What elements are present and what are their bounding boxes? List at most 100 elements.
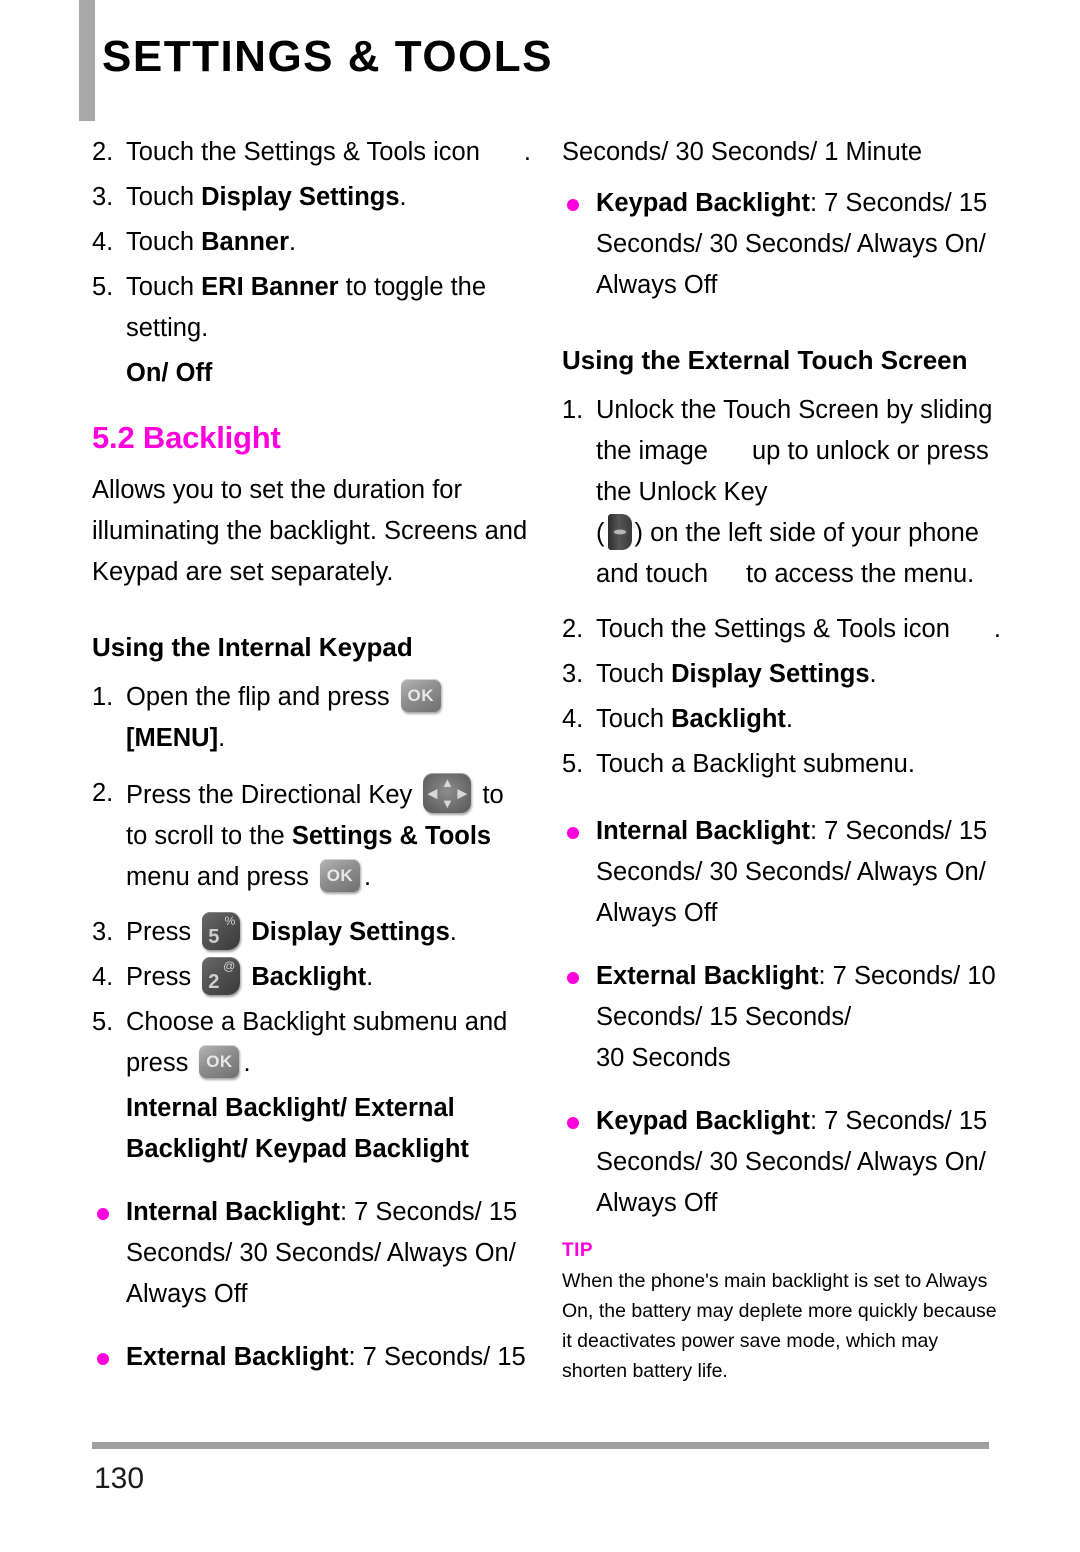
step-number: 1. (562, 396, 584, 424)
bullet-values-cont: 30 Seconds (596, 1044, 731, 1072)
step-item: 4. Touch Backlight. (562, 699, 1002, 740)
step-text: Touch Backlight. (596, 699, 1002, 740)
unlock-text-part5: to access the menu. (746, 560, 975, 588)
step-text-after: menu and press (126, 863, 309, 891)
bullet-dot-icon (92, 1337, 126, 1378)
step-text-before: Open the flip and press (126, 683, 390, 711)
step-text-tail: . (366, 963, 374, 991)
step-item: 5. Choose a Backlight submenu and press … (92, 1002, 532, 1084)
step-number: 3. (92, 918, 114, 946)
step-text: Touch Display Settings. (596, 654, 1002, 695)
step-text-tail: . (289, 228, 297, 256)
step-text-bold: Backlight (251, 963, 367, 991)
step-number: 2. (92, 138, 114, 166)
step-number: 3. (562, 660, 584, 688)
on-off-values: On/ Off (126, 359, 213, 387)
bullet-item: Keypad Backlight: 7 Seconds/ 15 Seconds/… (562, 183, 1002, 306)
left-column: 2. Touch the Settings & Tools icon. 3. T… (92, 132, 532, 1378)
bullet-label: Keypad Backlight (596, 1107, 810, 1135)
page-title: SETTINGS & TOOLS (102, 32, 554, 81)
bullet-label: Internal Backlight (126, 1198, 340, 1226)
step-item: 4. Touch Banner. (92, 222, 532, 263)
bullet-separator: : (809, 817, 825, 845)
step-text-plain: Touch (126, 273, 202, 301)
step-number: 1. (92, 683, 114, 711)
step-text-tail: . (785, 705, 794, 733)
step-item: 4. Press 2 @ Backlight. (92, 957, 532, 998)
step-text-plain: Touch (126, 183, 202, 211)
key-digit: 2 (208, 971, 220, 993)
header-accent-bar (79, 0, 95, 121)
step-text-bold: Settings & Tools (291, 822, 492, 850)
step-item: 5. Touch a Backlight submenu. (562, 744, 1002, 785)
bullet-text: Internal Backlight: 7 Seconds/ 15 Second… (596, 811, 1002, 934)
right-column: Seconds/ 30 Seconds/ 1 Minute Keypad Bac… (562, 132, 1002, 1386)
bullet-label: External Backlight (126, 1343, 349, 1371)
tip-label: TIP (562, 1240, 594, 1261)
bullet-separator: : (809, 1107, 825, 1135)
step-text-bold: Display Settings (201, 183, 400, 211)
step-text-plain: Touch a Backlight submenu. (596, 750, 915, 778)
bullet-item: Keypad Backlight: 7 Seconds/ 15 Seconds/… (562, 1101, 1002, 1224)
step-text: Choose a Backlight submenu and press OK. (126, 1002, 532, 1084)
step-item: 2. Press the Directional Key ▲ ▼ ◀ ▶ to … (92, 773, 532, 898)
step-text-plain: Touch (126, 228, 202, 256)
step-item: 5. Touch ERI Banner to toggle the settin… (92, 267, 532, 349)
step-text: Touch a Backlight submenu. (596, 744, 1002, 785)
step-text-before: Press (126, 963, 192, 991)
bullet-item: Internal Backlight: 7 Seconds/ 15 Second… (562, 811, 1002, 934)
step-text: Touch ERI Banner to toggle the setting. (126, 267, 532, 349)
bullet-dot-icon (562, 956, 596, 1079)
arrow-up-icon: ▲ (440, 775, 454, 790)
step-number: 3. (92, 183, 114, 211)
step-item: 2. Touch the Settings & Tools icon. (562, 609, 1002, 650)
key-alt-symbol: @ (223, 959, 236, 973)
step-text-tail: . (399, 183, 407, 211)
step-item: 3. Touch Display Settings. (92, 177, 532, 218)
subheading-external-touch-screen: Using the External Touch Screen (562, 345, 968, 375)
bullet-label: Keypad Backlight (596, 189, 810, 217)
step-text: Press 5% Display Settings. (126, 912, 532, 953)
step-text-after: . (993, 615, 1002, 643)
step-text-plain: Touch (596, 660, 672, 688)
step-text-bold: Display Settings (671, 660, 870, 688)
step-number: 4. (562, 705, 584, 733)
ok-key-icon: OK (400, 679, 441, 712)
step-text-before: Choose a Backlight submenu and press (126, 1008, 508, 1077)
menu-label: [MENU] (126, 724, 219, 752)
step-text-tail: . (218, 724, 226, 752)
bullet-separator: : (809, 189, 825, 217)
step-text-bold: Backlight (671, 705, 786, 733)
arrow-left-icon: ◀ (427, 785, 438, 801)
key-alt-symbol: % (224, 914, 236, 928)
step-text-tail: . (243, 1049, 251, 1077)
step-text-after: . (523, 138, 532, 166)
ok-key-label: OK (407, 686, 435, 705)
bullet-text: Keypad Backlight: 7 Seconds/ 15 Seconds/… (596, 1101, 1002, 1224)
bullet-separator: : (348, 1343, 363, 1371)
bullet-dot-icon (562, 1101, 596, 1224)
number-key-5-icon: 5% (202, 912, 241, 950)
step-text: Press 2 @ Backlight. (126, 957, 532, 998)
bullet-text: External Backlight: 7 Seconds/ 15 (126, 1337, 532, 1378)
step-text-mid: to scroll to the (126, 822, 292, 850)
key-digit: 5 (208, 926, 220, 948)
step-number: 5. (92, 1008, 114, 1036)
unlock-paren-open: ( (596, 519, 605, 547)
directional-key-icon: ▲ ▼ ◀ ▶ (423, 773, 472, 813)
step-text-tail: . (869, 660, 877, 688)
step-number: 4. (92, 963, 114, 991)
intro-paragraph: Allows you to set the duration for illum… (92, 476, 528, 586)
bullet-label: Internal Backlight (596, 817, 810, 845)
bullet-dot-icon (562, 811, 596, 934)
number-key-2-icon: 2 @ (202, 957, 241, 995)
step-item: 3. Touch Display Settings. (562, 654, 1002, 695)
bullet-item: Internal Backlight: 7 Seconds/ 15 Second… (92, 1192, 532, 1315)
step-item: 1. Unlock the Touch Screen by sliding th… (562, 390, 1002, 595)
step-number: 4. (92, 228, 114, 256)
step-text-plain: Touch (596, 705, 672, 733)
step-text-before: Press the Directional Key (126, 781, 413, 809)
step-item: 3. Press 5% Display Settings. (92, 912, 532, 953)
unlock-glyph-icon (612, 528, 627, 536)
step-text-before: Touch the Settings & Tools icon (596, 615, 950, 643)
